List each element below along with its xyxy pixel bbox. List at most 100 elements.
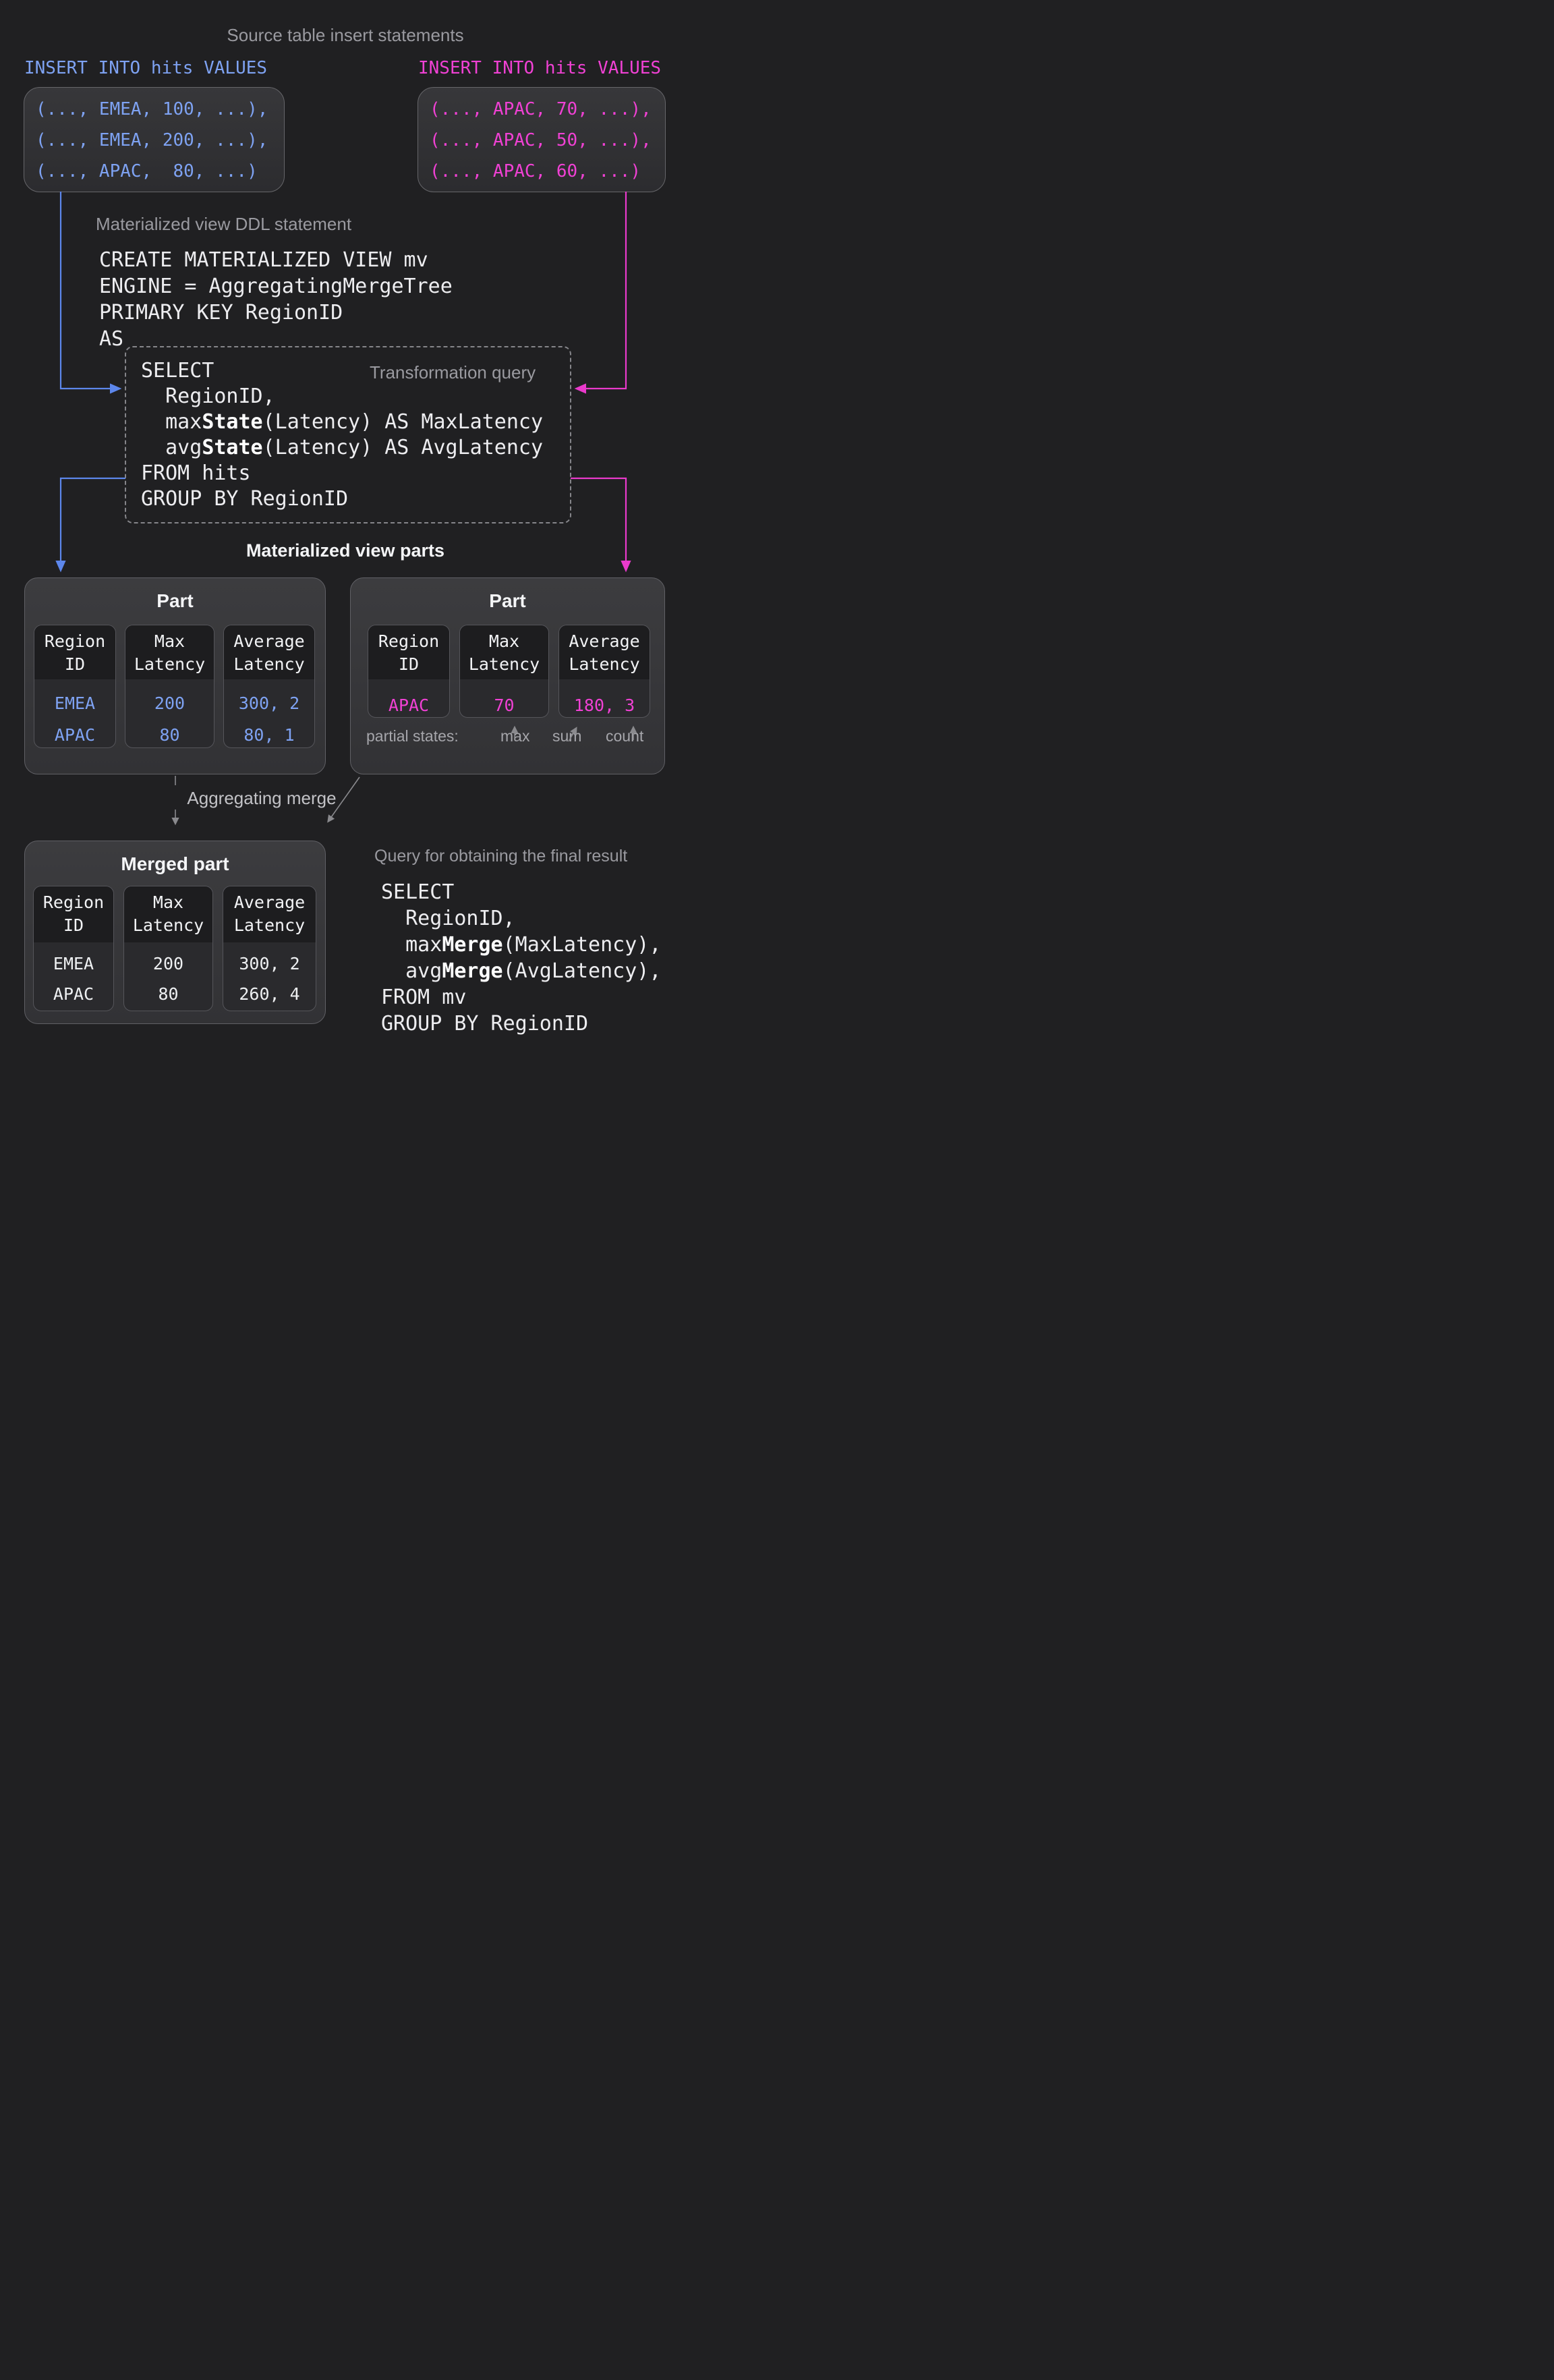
part-column: AverageLatency300, 2260, 4 bbox=[223, 886, 316, 1011]
part-column-header: RegionID bbox=[34, 886, 113, 942]
cell-value: 80, 1 bbox=[224, 719, 314, 748]
aggregating-merge-label: Aggregating merge bbox=[179, 788, 345, 809]
code-line: FROM mv bbox=[381, 984, 661, 1011]
code-line: RegionID, bbox=[141, 384, 543, 409]
part-column-values: 70 bbox=[460, 679, 548, 718]
part-column-values: 300, 280, 1 bbox=[224, 679, 314, 748]
source-inserts-heading: Source table insert statements bbox=[0, 25, 691, 46]
column-header-line: Average bbox=[224, 630, 314, 653]
cell-value: 200 bbox=[125, 687, 214, 719]
insert-left-values-card: (..., EMEA, 100, ...),(..., EMEA, 200, .… bbox=[24, 87, 285, 192]
code-line: avgState(Latency) AS AvgLatency bbox=[141, 435, 543, 461]
merged-part-title: Merged part bbox=[25, 853, 325, 875]
column-header-line: ID bbox=[34, 914, 113, 937]
code-line: RegionID, bbox=[381, 905, 661, 932]
column-header-line: Latency bbox=[125, 653, 214, 676]
part-column-values: 20080 bbox=[124, 942, 212, 1011]
code-line: ENGINE = AggregatingMergeTree bbox=[99, 273, 453, 300]
insert-right-header: INSERT INTO hits VALUES bbox=[418, 58, 661, 78]
parts-heading: Materialized view parts bbox=[0, 540, 691, 561]
column-header-line: Latency bbox=[124, 914, 212, 937]
column-header-line: Region bbox=[34, 891, 113, 914]
part-column-values: 180, 3 bbox=[559, 679, 650, 718]
final-query-heading: Query for obtaining the final result bbox=[374, 847, 627, 866]
cell-value: APAC bbox=[34, 979, 113, 1009]
ddl-code-block: CREATE MATERIALIZED VIEW mvENGINE = Aggr… bbox=[99, 247, 453, 352]
code-line: (..., APAC, 60, ...) bbox=[430, 156, 665, 187]
cell-value: 70 bbox=[460, 689, 548, 718]
cell-value: EMEA bbox=[34, 948, 113, 979]
ddl-heading: Materialized view DDL statement bbox=[96, 214, 351, 235]
column-header-line: Region bbox=[34, 630, 115, 653]
part-left-title: Part bbox=[25, 590, 325, 612]
code-line: CREATE MATERIALIZED VIEW mv bbox=[99, 247, 453, 273]
insert-left-header: INSERT INTO hits VALUES bbox=[24, 58, 267, 78]
column-header-line: Latency bbox=[559, 653, 650, 676]
part-column-header: MaxLatency bbox=[460, 625, 548, 679]
column-header-line: Latency bbox=[460, 653, 548, 676]
part-box-right: Part RegionIDAPACMaxLatency70AverageLate… bbox=[350, 577, 665, 774]
part-column-values: EMEAAPAC bbox=[34, 942, 113, 1011]
part-column: RegionIDEMEAAPAC bbox=[34, 625, 116, 748]
column-header-line: ID bbox=[368, 653, 449, 676]
magenta-insert-to-query-arrow bbox=[577, 192, 626, 389]
part-column: MaxLatency 70 bbox=[459, 625, 549, 718]
column-header-line: Latency bbox=[223, 914, 316, 937]
cell-value: 300, 2 bbox=[224, 687, 314, 719]
code-line: SELECT bbox=[381, 879, 661, 905]
part-left-columns: RegionIDEMEAAPACMaxLatency20080AverageLa… bbox=[34, 625, 315, 748]
cell-value: APAC bbox=[368, 689, 449, 718]
part-column-values: 300, 2260, 4 bbox=[223, 942, 316, 1011]
insert-right-rows: (..., APAC, 70, ...),(..., APAC, 50, ...… bbox=[418, 88, 665, 187]
part-column-header: RegionID bbox=[34, 625, 115, 679]
code-line: maxMerge(MaxLatency), bbox=[381, 932, 661, 958]
cell-value: EMEA bbox=[34, 687, 115, 719]
part-column: MaxLatency20080 bbox=[123, 886, 213, 1011]
code-line: (..., APAC, 70, ...), bbox=[430, 94, 665, 125]
column-header-line: Max bbox=[125, 630, 214, 653]
partial-states-label: partial states: bbox=[366, 727, 459, 745]
column-header-line: Latency bbox=[224, 653, 314, 676]
part-column-header: MaxLatency bbox=[124, 886, 212, 942]
cell-value: APAC bbox=[34, 719, 115, 748]
part-column-header: AverageLatency bbox=[223, 886, 316, 942]
cell-value: 260, 4 bbox=[223, 979, 316, 1009]
partial-state-count: count bbox=[606, 727, 643, 745]
part-column-header: RegionID bbox=[368, 625, 449, 679]
code-line: (..., APAC, 50, ...), bbox=[430, 125, 665, 156]
column-header-line: Region bbox=[368, 630, 449, 653]
part-column: RegionID APAC bbox=[368, 625, 450, 718]
part-box-left: Part RegionIDEMEAAPACMaxLatency20080Aver… bbox=[24, 577, 326, 774]
merged-part-box: Merged part RegionIDEMEAAPACMaxLatency20… bbox=[24, 841, 326, 1024]
part-column: RegionIDEMEAAPAC bbox=[33, 886, 114, 1011]
code-line: (..., EMEA, 100, ...), bbox=[36, 94, 284, 125]
final-query-code-block: SELECT RegionID, maxMerge(MaxLatency), a… bbox=[381, 879, 661, 1037]
part-column-header: AverageLatency bbox=[559, 625, 650, 679]
part-column: MaxLatency20080 bbox=[125, 625, 214, 748]
code-line: avgMerge(AvgLatency), bbox=[381, 958, 661, 984]
cell-value: 180, 3 bbox=[559, 689, 650, 718]
code-line: FROM hits bbox=[141, 461, 543, 486]
code-line: PRIMARY KEY RegionID bbox=[99, 300, 453, 326]
partial-state-sum: sum bbox=[552, 727, 581, 745]
column-header-line: Max bbox=[460, 630, 548, 653]
code-line: GROUP BY RegionID bbox=[381, 1011, 661, 1037]
part-right-columns: RegionIDAPACMaxLatency70AverageLatency18… bbox=[368, 625, 650, 718]
code-line: maxState(Latency) AS MaxLatency bbox=[141, 409, 543, 435]
part-right-title: Part bbox=[351, 590, 664, 612]
cell-value: 80 bbox=[124, 979, 212, 1009]
code-line: (..., APAC, 80, ...) bbox=[36, 156, 284, 187]
column-header-line: Max bbox=[124, 891, 212, 914]
code-line: GROUP BY RegionID bbox=[141, 486, 543, 512]
cell-value: 300, 2 bbox=[223, 948, 316, 979]
part-column-values: APAC bbox=[368, 679, 449, 718]
column-header-line: Average bbox=[223, 891, 316, 914]
part-column: AverageLatency 300, 280, 1 bbox=[223, 625, 315, 748]
part-column-values: EMEAAPAC bbox=[34, 679, 115, 748]
partial-state-max: max bbox=[500, 727, 529, 745]
column-header-line: ID bbox=[34, 653, 115, 676]
merged-part-columns: RegionIDEMEAAPACMaxLatency20080AverageLa… bbox=[33, 886, 316, 1011]
code-line: (..., EMEA, 200, ...), bbox=[36, 125, 284, 156]
code-line: SELECT bbox=[141, 358, 543, 384]
insert-right-values-card: (..., APAC, 70, ...),(..., APAC, 50, ...… bbox=[418, 87, 666, 192]
